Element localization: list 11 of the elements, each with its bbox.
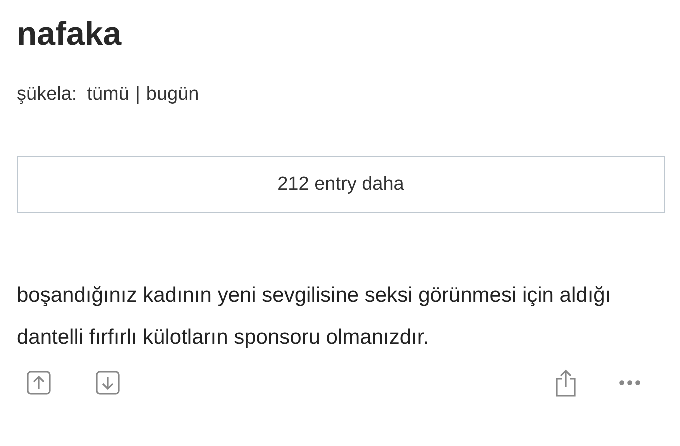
upvote-icon[interactable] <box>27 371 51 395</box>
share-icon[interactable] <box>555 369 577 397</box>
more-entries-button[interactable]: 212 entry daha <box>17 156 665 213</box>
page-title: nafaka <box>17 14 123 54</box>
filter-label: şükela: <box>17 84 78 106</box>
separator: | <box>135 84 140 106</box>
filter-link[interactable]: tümü <box>87 84 130 106</box>
filter-link[interactable]: bugün <box>146 84 200 106</box>
downvote-icon[interactable] <box>96 371 120 395</box>
more-options-icon[interactable] <box>619 380 641 386</box>
entry-text: boşandığınız kadının yeni sevgilisine seksi görünmesi için aldığı dantelli fırfırlı külotların sponsoru olmanızdır. <box>17 283 612 351</box>
